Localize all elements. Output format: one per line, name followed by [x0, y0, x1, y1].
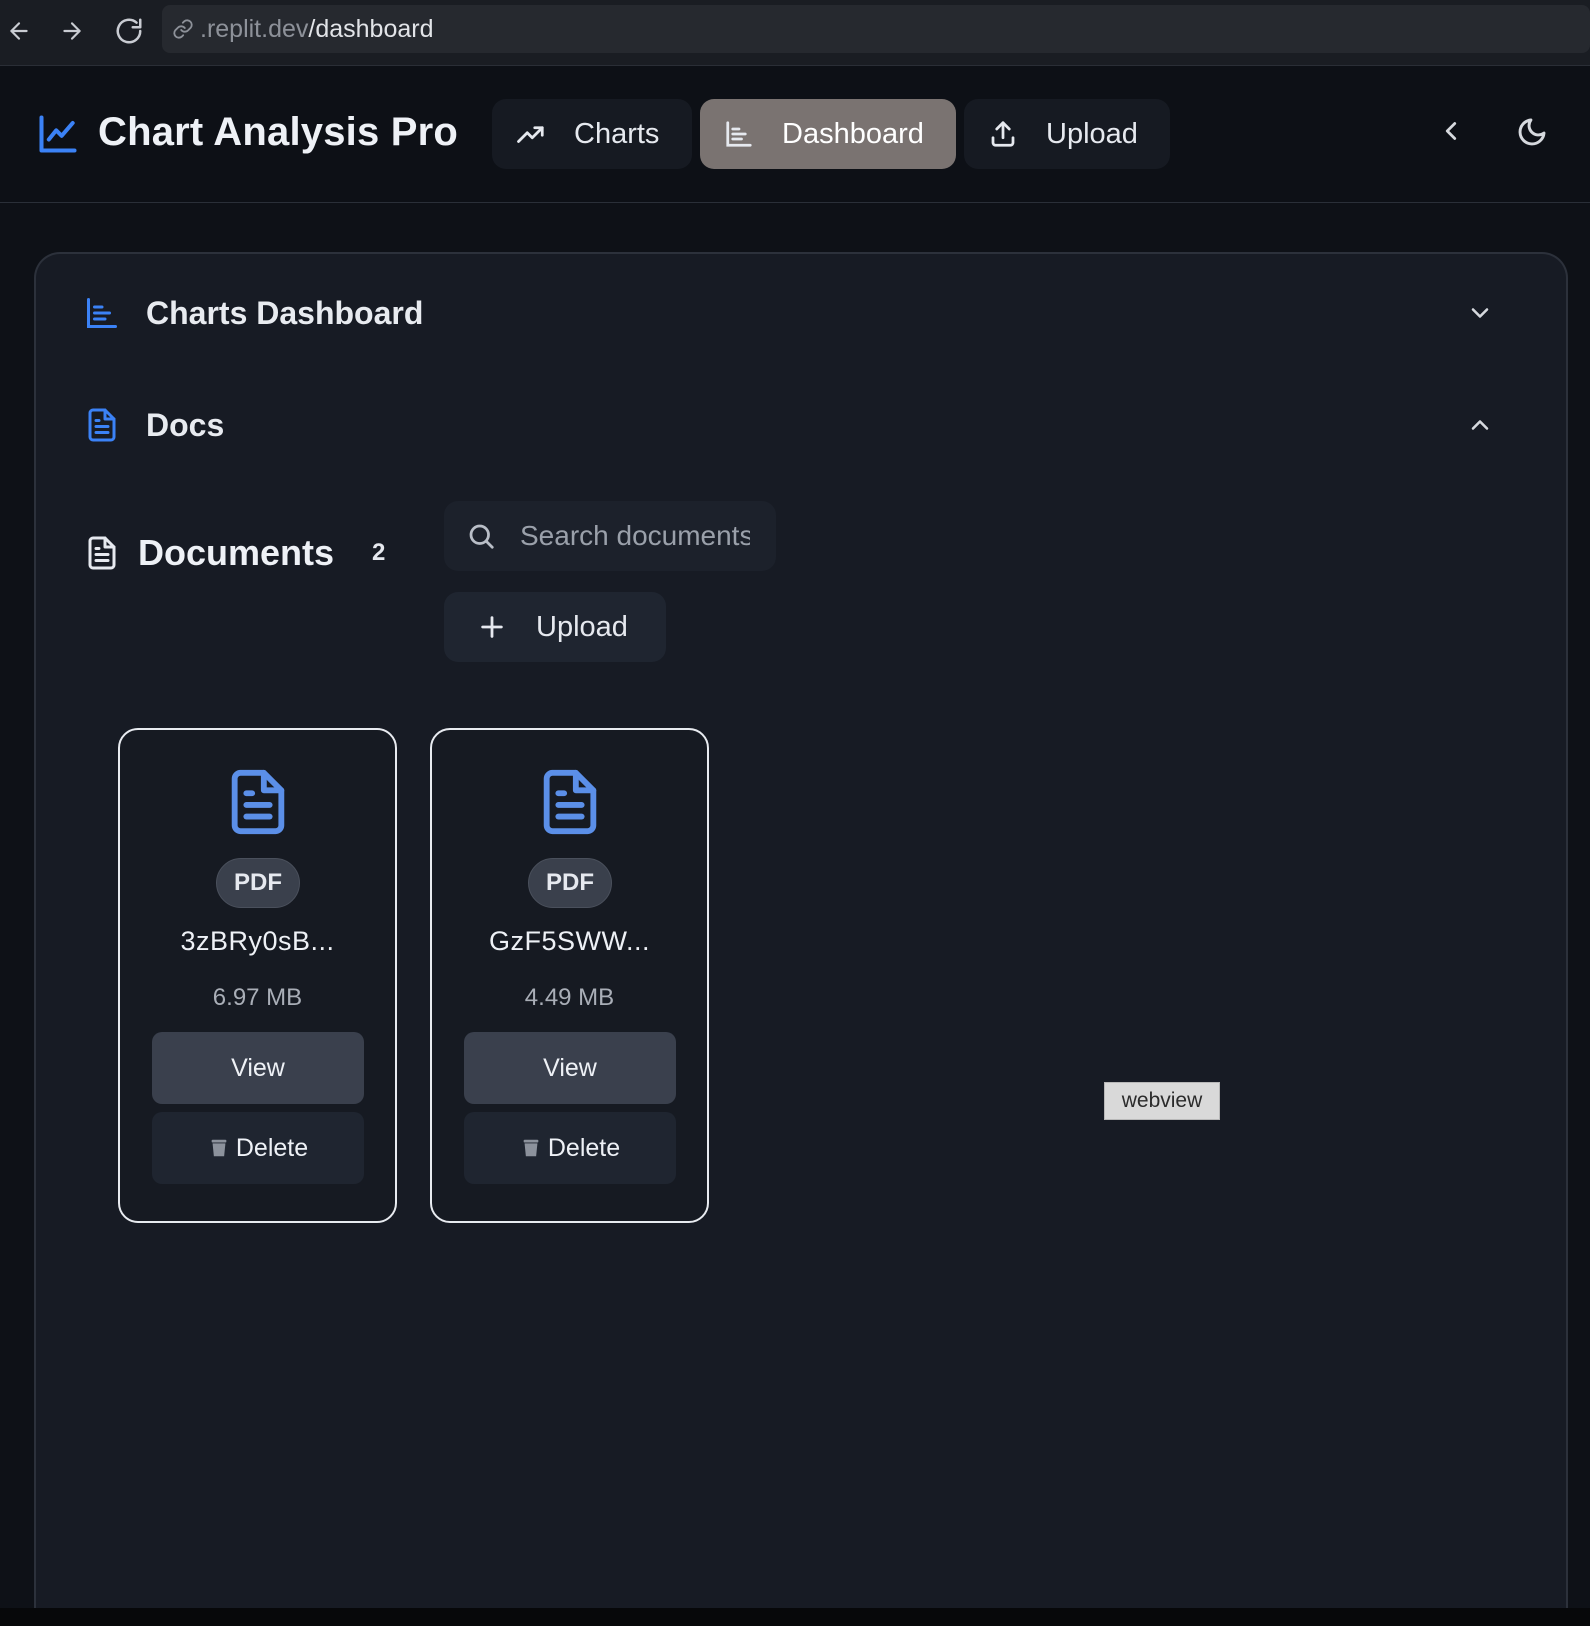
- file-text-icon: [535, 764, 605, 840]
- file-size: 4.49 MB: [524, 984, 615, 1011]
- delete-label: Delete: [235, 1133, 309, 1162]
- nav-upload-label: Upload: [1046, 117, 1138, 150]
- file-size: 6.97 MB: [212, 984, 303, 1011]
- document-card: PDF 3zBRy0sB... 6.97 MB View Delete: [118, 728, 397, 1223]
- search-icon: [466, 521, 496, 551]
- docs-title: Docs: [146, 406, 225, 443]
- file-type-badge: PDF: [528, 858, 612, 908]
- url-path: /dashboard: [308, 14, 434, 43]
- file-type-badge: PDF: [216, 858, 300, 908]
- bar-chart-icon: [84, 295, 120, 331]
- address-bar[interactable]: .replit.dev/dashboard: [162, 5, 1590, 53]
- upload-button-label: Upload: [536, 610, 628, 643]
- link-icon: [172, 18, 194, 40]
- delete-button[interactable]: Delete: [464, 1112, 676, 1184]
- line-chart-logo-icon: [36, 112, 80, 156]
- nav-charts-button[interactable]: Charts: [492, 99, 692, 169]
- chevron-down-icon[interactable]: [1466, 299, 1494, 327]
- search-box[interactable]: [444, 501, 776, 571]
- file-text-icon: [223, 764, 293, 840]
- plus-icon: [478, 613, 506, 641]
- upload-icon: [988, 119, 1018, 149]
- back-arrow-icon[interactable]: [2, 14, 36, 48]
- nav-upload-button[interactable]: Upload: [964, 99, 1170, 169]
- charts-dashboard-title: Charts Dashboard: [146, 294, 424, 331]
- chevron-left-icon[interactable]: [1436, 116, 1466, 146]
- document-card: PDF GzF5SWW... 4.49 MB View Delete: [430, 728, 709, 1223]
- trash-icon: [208, 1136, 230, 1160]
- chevron-up-icon[interactable]: [1466, 411, 1494, 439]
- bar-chart-icon: [724, 119, 754, 149]
- url-host: .replit.dev: [200, 14, 309, 43]
- view-button[interactable]: View: [464, 1032, 676, 1104]
- trending-up-icon: [516, 119, 546, 149]
- main-panel: Charts Dashboard Docs Documents 2 Upload: [34, 252, 1568, 1626]
- moon-icon[interactable]: [1516, 116, 1548, 148]
- reload-icon[interactable]: [112, 14, 146, 48]
- file-name: 3zBRy0sB...: [180, 926, 335, 956]
- browser-toolbar: .replit.dev/dashboard: [0, 0, 1590, 66]
- app-header: Chart Analysis Pro Charts Dashboard Uplo…: [0, 66, 1590, 203]
- app-title: Chart Analysis Pro: [98, 110, 459, 154]
- documents-title: Documents: [138, 532, 335, 573]
- view-button[interactable]: View: [152, 1032, 364, 1104]
- documents-header: Documents 2: [84, 532, 385, 574]
- nav-charts-label: Charts: [574, 117, 660, 150]
- upload-document-button[interactable]: Upload: [444, 592, 666, 662]
- webview-tag: webview: [1104, 1082, 1220, 1120]
- delete-label: Delete: [547, 1133, 621, 1162]
- charts-dashboard-section-header[interactable]: Charts Dashboard: [84, 288, 1494, 338]
- file-name: GzF5SWW...: [488, 926, 650, 956]
- trash-icon: [520, 1136, 542, 1160]
- file-text-icon: [84, 533, 120, 573]
- nav-dashboard-button[interactable]: Dashboard: [700, 99, 956, 169]
- file-text-icon: [84, 407, 120, 443]
- bottom-strip: [0, 1608, 1590, 1626]
- delete-button[interactable]: Delete: [152, 1112, 364, 1184]
- forward-arrow-icon[interactable]: [55, 14, 89, 48]
- docs-section-header[interactable]: Docs: [84, 400, 1494, 450]
- nav-dashboard-label: Dashboard: [782, 117, 924, 150]
- documents-count-badge: 2: [372, 539, 386, 566]
- search-input[interactable]: [520, 520, 750, 552]
